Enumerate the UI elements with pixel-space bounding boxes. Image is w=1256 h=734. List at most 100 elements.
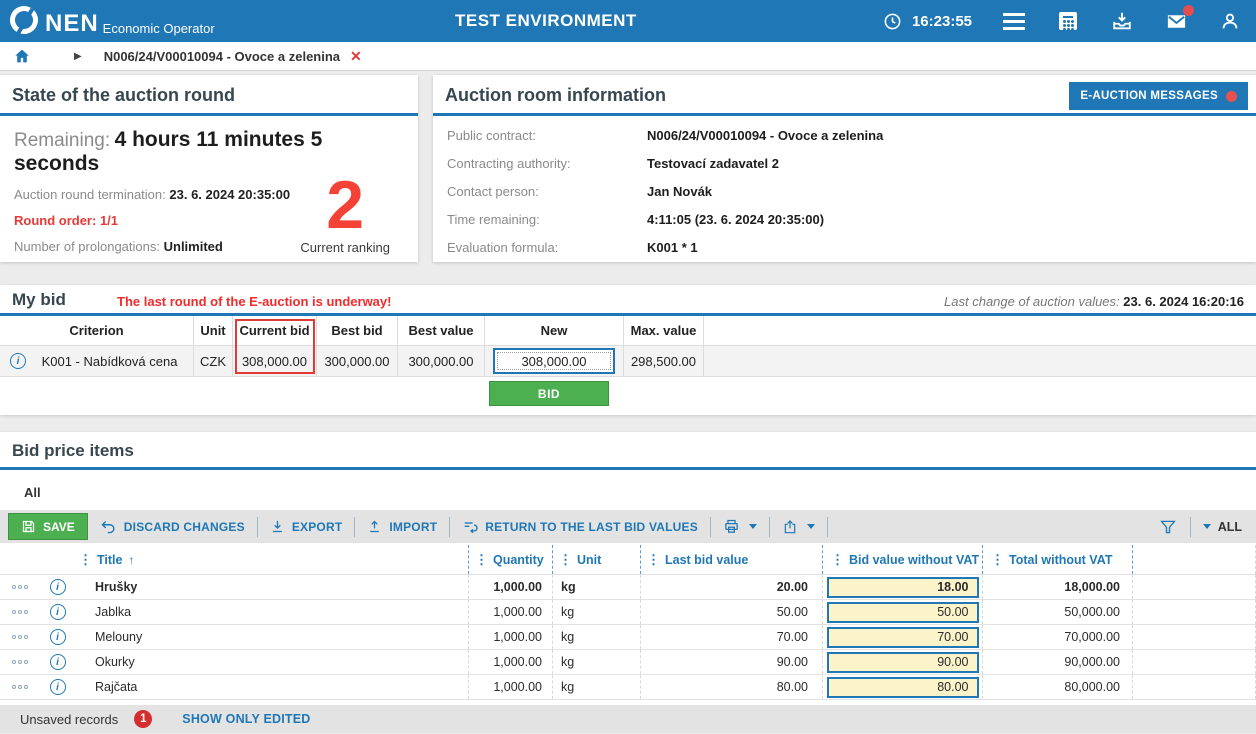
current-ranking: 2 Current ranking: [300, 174, 390, 255]
col-max-value: Max. value: [624, 316, 704, 345]
state-panel: State of the auction round Remaining: 4 …: [0, 75, 418, 262]
item-title: Jablka: [75, 600, 469, 624]
column-menu-icon[interactable]: ⋮: [647, 552, 659, 568]
col-new: New: [485, 316, 624, 345]
menu-icon[interactable]: [1002, 9, 1026, 33]
current-ranking-label: Current ranking: [300, 240, 390, 255]
e-auction-messages-label: E-AUCTION MESSAGES: [1080, 90, 1218, 102]
item-quantity: 1,000.00: [469, 650, 553, 674]
bid-value-input[interactable]: [827, 602, 979, 623]
unsaved-records-label: Unsaved records: [20, 712, 118, 727]
criterion-info-icon[interactable]: i: [10, 353, 26, 369]
breadcrumb-item[interactable]: N006/24/V00010094 - Ovoce a zelenina: [104, 49, 340, 64]
item-last-bid-value: 80.00: [641, 675, 823, 699]
app-root: NEN Economic Operator TEST ENVIRONMENT 1…: [0, 0, 1256, 734]
bid-value-input[interactable]: [827, 677, 979, 698]
user-profile-icon[interactable]: [1218, 9, 1242, 33]
inbox-tray-icon[interactable]: [1110, 9, 1134, 33]
print-menu-button[interactable]: [711, 518, 769, 535]
item-quantity: 1,000.00: [469, 600, 553, 624]
item-total: 70,000.00: [983, 625, 1133, 649]
row-info-icon[interactable]: i: [50, 654, 66, 670]
remaining-label: Remaining:: [14, 130, 110, 151]
bid-value-input[interactable]: [827, 577, 979, 598]
column-menu-icon[interactable]: ⋮: [475, 552, 487, 568]
row-info-icon[interactable]: i: [50, 604, 66, 620]
col-criterion: Criterion: [0, 316, 194, 345]
filter-icon[interactable]: [1156, 515, 1180, 539]
col-header-total-without-vat[interactable]: ⋮ Total without VAT: [983, 545, 1133, 574]
column-menu-icon[interactable]: ⋮: [831, 552, 843, 568]
table-row: i Hrušky 1,000.00 kg 20.00 18,000.00: [0, 575, 1256, 600]
current-ranking-value: 2: [300, 174, 390, 236]
item-total: 50,000.00: [983, 600, 1133, 624]
download-arrow-icon: [270, 519, 285, 534]
col-header-last-bid-value[interactable]: ⋮ Last bid value: [641, 545, 823, 574]
bid-button[interactable]: BID: [489, 381, 609, 406]
table-row: i Jablka 1,000.00 kg 50.00 50,000.00: [0, 600, 1256, 625]
chevron-down-icon: [1203, 524, 1211, 529]
new-bid-input[interactable]: [493, 348, 615, 374]
chevron-down-icon: [749, 524, 757, 529]
item-total: 18,000.00: [983, 575, 1133, 599]
home-icon[interactable]: [10, 44, 34, 68]
chevron-down-icon: [807, 524, 815, 529]
share-menu-button[interactable]: [770, 519, 827, 535]
bid-value-input[interactable]: [827, 627, 979, 648]
col-best-value: Best value: [398, 316, 485, 345]
col-best-bid: Best bid: [317, 316, 398, 345]
top-header-bar: NEN Economic Operator TEST ENVIRONMENT 1…: [0, 0, 1256, 42]
nen-logo[interactable]: NEN Economic Operator: [10, 6, 215, 36]
printer-icon: [723, 518, 740, 535]
item-unit: kg: [553, 575, 641, 599]
room-row-time-remaining: Time remaining: 4:11:05 (23. 6. 2024 20:…: [447, 212, 1242, 227]
col-header-bid-value-without-vat[interactable]: ⋮ Bid value without VAT: [823, 545, 983, 574]
item-unit: kg: [553, 625, 641, 649]
state-panel-title: State of the auction round: [12, 85, 235, 105]
table-row: i Rajčata 1,000.00 kg 80.00 80,000.00: [0, 675, 1256, 700]
nen-logo-subtitle: Economic Operator: [103, 21, 215, 36]
bid-price-items-divider: [0, 467, 1256, 470]
export-button[interactable]: EXPORT: [258, 519, 355, 534]
item-unit: kg: [553, 650, 641, 674]
row-info-icon[interactable]: i: [50, 679, 66, 695]
clock-time: 16:23:55: [912, 13, 972, 30]
col-header-quantity[interactable]: ⋮ Quantity: [469, 545, 553, 574]
best-bid-value: 300,000.00: [317, 346, 398, 376]
row-info-icon[interactable]: i: [50, 629, 66, 645]
bid-value-input[interactable]: [827, 652, 979, 673]
item-total: 90,000.00: [983, 650, 1133, 674]
clock-icon: [881, 9, 905, 33]
row-actions-icon[interactable]: [12, 685, 28, 689]
save-button[interactable]: SAVE: [8, 513, 88, 540]
breadcrumb-close-icon[interactable]: ✕: [350, 48, 362, 65]
e-auction-messages-button[interactable]: E-AUCTION MESSAGES: [1069, 82, 1248, 110]
calculator-icon[interactable]: [1056, 9, 1080, 33]
item-quantity: 1,000.00: [469, 575, 553, 599]
item-quantity: 1,000.00: [469, 675, 553, 699]
import-button[interactable]: IMPORT: [355, 519, 449, 534]
bid-price-items-section: Bid price items All SAVE DISCARD CHANGES: [0, 432, 1256, 705]
column-menu-icon[interactable]: ⋮: [559, 552, 571, 568]
max-value-value: 298,500.00: [624, 346, 704, 376]
col-header-unit[interactable]: ⋮ Unit: [553, 545, 641, 574]
show-only-edited-link[interactable]: SHOW ONLY EDITED: [182, 712, 310, 726]
return-last-bid-values-button[interactable]: RETURN TO THE LAST BID VALUES: [450, 519, 710, 535]
row-info-icon[interactable]: i: [50, 579, 66, 595]
col-current-bid: Current bid: [233, 316, 317, 345]
item-title: Melouny: [75, 625, 469, 649]
column-menu-icon[interactable]: ⋮: [79, 552, 91, 568]
room-row-contracting-authority: Contracting authority: Testovací zadavat…: [447, 156, 1242, 171]
item-last-bid-value: 20.00: [641, 575, 823, 599]
discard-changes-button[interactable]: DISCARD CHANGES: [88, 518, 257, 535]
column-menu-icon[interactable]: ⋮: [991, 552, 1003, 568]
row-actions-icon[interactable]: [12, 610, 28, 614]
row-actions-icon[interactable]: [12, 660, 28, 664]
messages-mail-icon[interactable]: [1164, 9, 1188, 33]
room-row-contact-person: Contact person: Jan Novák: [447, 184, 1242, 199]
row-actions-icon[interactable]: [12, 635, 28, 639]
col-header-title[interactable]: ⋮ Title ↑: [75, 545, 469, 574]
row-actions-icon[interactable]: [12, 585, 28, 589]
tab-all[interactable]: All: [8, 477, 86, 510]
view-all-dropdown[interactable]: ALL: [1201, 520, 1242, 534]
